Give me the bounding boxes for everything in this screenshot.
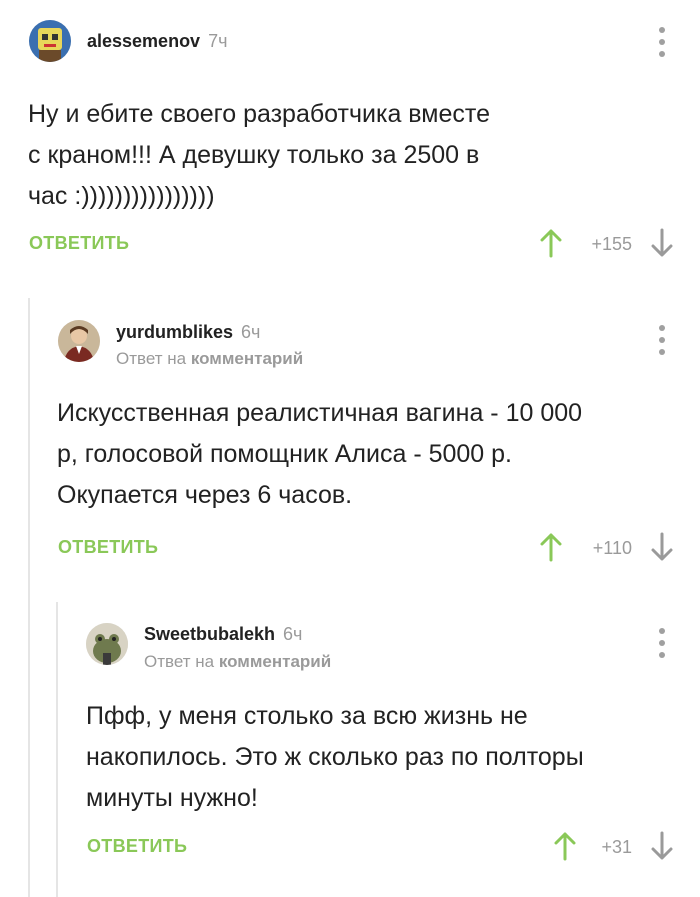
user-avatar[interactable] <box>29 20 71 62</box>
avatar-icon <box>29 20 71 62</box>
downvote-button[interactable] <box>650 228 674 258</box>
reply-to-prefix: Ответ на <box>144 652 215 671</box>
user-avatar[interactable] <box>86 623 128 665</box>
username[interactable]: yurdumblikes 6ч <box>116 322 260 343</box>
arrow-down-icon <box>651 831 673 860</box>
reply-to-link[interactable]: комментарий <box>219 652 331 671</box>
reply-to-link[interactable]: комментарий <box>191 349 303 368</box>
rating-value: +110 <box>592 538 632 558</box>
dot-icon <box>659 652 665 658</box>
dot-icon <box>659 27 665 33</box>
username-text[interactable]: Sweetbubalekh <box>144 624 275 644</box>
upvote-button[interactable] <box>539 532 563 562</box>
dot-icon <box>659 39 665 45</box>
rating-value: +31 <box>601 837 632 857</box>
comment-text: Ну и ебите своего разработчика вместе с … <box>28 100 490 210</box>
more-options-button[interactable] <box>658 325 666 355</box>
timestamp: 6ч <box>283 624 303 644</box>
downvote-button[interactable] <box>650 831 674 861</box>
dot-icon <box>659 349 665 355</box>
dot-icon <box>659 51 665 57</box>
thread-line-level-2 <box>56 602 58 897</box>
arrow-up-icon <box>540 533 562 562</box>
dot-icon <box>659 640 665 646</box>
username-text[interactable]: alessemenov <box>87 31 200 51</box>
avatar-icon <box>86 623 128 665</box>
reply-button[interactable]: ОТВЕТИТЬ <box>87 836 187 857</box>
username-text[interactable]: yurdumblikes <box>116 322 233 342</box>
arrow-down-icon <box>651 228 673 257</box>
reply-to-line: Ответ на комментарий <box>116 349 303 369</box>
username[interactable]: alessemenov 7ч <box>87 31 227 52</box>
timestamp: 7ч <box>208 31 228 51</box>
user-avatar[interactable] <box>58 320 100 362</box>
timestamp: 6ч <box>241 322 261 342</box>
username[interactable]: Sweetbubalekh 6ч <box>144 624 302 645</box>
thread-line-level-1 <box>28 298 30 897</box>
dot-icon <box>659 337 665 343</box>
reply-button[interactable]: ОТВЕТИТЬ <box>29 233 129 254</box>
avatar-icon <box>58 320 100 362</box>
downvote-button[interactable] <box>650 532 674 562</box>
upvote-button[interactable] <box>539 228 563 258</box>
more-options-button[interactable] <box>658 628 666 658</box>
reply-to-line: Ответ на комментарий <box>144 652 331 672</box>
comment-text: Пфф, у меня столько за всю жизнь не нако… <box>86 702 584 812</box>
comment-text: Искусственная реалистичная вагина - 10 0… <box>57 399 583 509</box>
arrow-down-icon <box>651 532 673 561</box>
reply-button[interactable]: ОТВЕТИТЬ <box>58 537 158 558</box>
dot-icon <box>659 325 665 331</box>
rating-value: +155 <box>591 234 632 254</box>
reply-to-prefix: Ответ на <box>116 349 187 368</box>
arrow-up-icon <box>540 229 562 258</box>
more-options-button[interactable] <box>658 27 666 57</box>
dot-icon <box>659 628 665 634</box>
